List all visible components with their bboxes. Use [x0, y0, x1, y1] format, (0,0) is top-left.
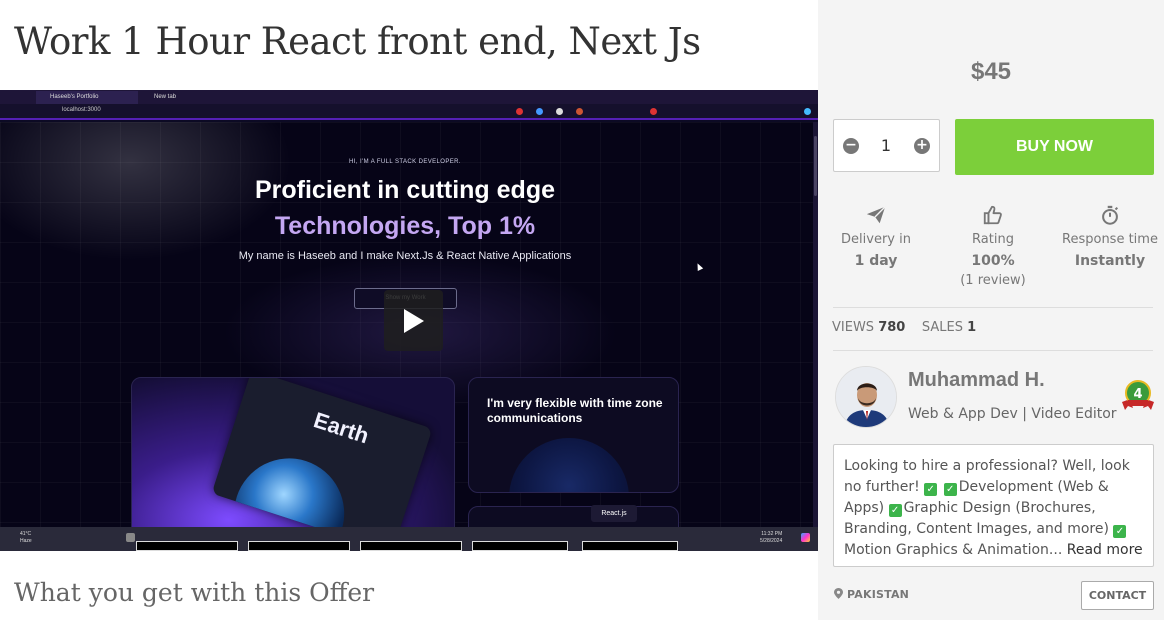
- copilot-icon: [804, 108, 811, 115]
- windows-taskbar: 41°C Haze 11:32 PM 5/28/2024: [0, 527, 818, 551]
- seller-bio: Looking to hire a professional? Well, lo…: [833, 444, 1154, 567]
- sales-label: SALES: [921, 320, 963, 335]
- browser-address-bar: localhost:3000: [0, 104, 818, 120]
- window-thumbnail: [582, 541, 678, 551]
- play-icon[interactable]: [384, 290, 443, 351]
- earth-project-card: Earth: [131, 377, 455, 537]
- section-heading: What you get with this Offer: [14, 578, 375, 607]
- react-tag: React.js: [591, 505, 637, 522]
- map-pin-icon: [834, 588, 843, 599]
- seller-country: PAKISTAN: [847, 588, 910, 601]
- mouse-cursor-icon: [694, 262, 704, 271]
- browser-tab: Haseeb's Portfolio: [36, 91, 138, 104]
- extension-icon: [650, 108, 657, 115]
- paper-plane-icon: [866, 206, 886, 224]
- hero-headline: Proficient in cutting edge: [254, 176, 555, 204]
- extension-icon: [576, 108, 583, 115]
- stat-rating: Rating 100% (1 review): [943, 204, 1043, 288]
- purchase-sidebar: $45 − 1 + BUY NOW Delivery in 1 day Rati…: [818, 0, 1164, 620]
- level-number: 4: [1133, 387, 1142, 402]
- stat-value: 1 day: [854, 253, 898, 269]
- bio-item: Motion Graphics & Animation...: [844, 542, 1063, 558]
- quantity-stepper: − 1 +: [833, 119, 940, 172]
- mic-icon: [126, 533, 135, 542]
- stat-label: Response time: [1062, 232, 1158, 247]
- seller-level-badge: 4: [1122, 380, 1154, 410]
- offer-price: $45: [970, 58, 1012, 85]
- window-thumbnail: [472, 541, 568, 551]
- divider: [833, 307, 1153, 308]
- laptop-image: Earth: [211, 378, 433, 536]
- taskbar-weather: 41°C Haze: [20, 531, 32, 545]
- views-label: VIEWS: [832, 320, 875, 335]
- offer-title: Work 1 Hour React front end, Next Js: [14, 20, 701, 63]
- thumbs-up-icon: [983, 205, 1002, 225]
- quantity-value[interactable]: 1: [870, 136, 902, 155]
- browser-tab: New tab: [154, 94, 177, 100]
- browser-url: localhost:3000: [62, 107, 101, 113]
- clock-date: 5/28/2024: [760, 538, 783, 544]
- stopwatch-icon: [1102, 205, 1119, 225]
- offer-video[interactable]: Haseeb's Portfolio New tab localhost:300…: [0, 90, 818, 551]
- read-more-link[interactable]: Read more: [1067, 542, 1143, 558]
- check-icon: ✓: [924, 483, 938, 496]
- seller-avatar[interactable]: [835, 366, 897, 428]
- sales-value: 1: [967, 320, 977, 335]
- extension-icon: [556, 108, 563, 115]
- avatar-photo: [836, 367, 896, 427]
- bio-item: Graphic Design (Brochures, Branding, Con…: [844, 500, 1109, 537]
- view-sales-counts: VIEWS 780 SALES 1: [832, 320, 976, 335]
- timezone-card: I'm very flexible with time zone communi…: [468, 377, 679, 493]
- stat-value: Instantly: [1074, 253, 1146, 269]
- window-thumbnail: [360, 541, 462, 551]
- browser-tab-bar: Haseeb's Portfolio New tab: [0, 90, 818, 104]
- clock-time: 11:32 PM: [761, 531, 783, 537]
- extension-icon: [536, 108, 543, 115]
- check-icon: ✓: [888, 504, 902, 517]
- copilot-icon: [801, 533, 810, 542]
- minus-icon[interactable]: −: [843, 138, 859, 154]
- contact-button[interactable]: CONTACT: [1081, 581, 1154, 610]
- weather-temp: 41°C: [20, 531, 32, 537]
- hero-subtitle: My name is Haseeb and I make Next.Js & R…: [238, 250, 572, 262]
- timezone-card-text: I'm very flexible with time zone communi…: [487, 396, 663, 425]
- stat-value: 100%: [971, 253, 1015, 269]
- views-value: 780: [878, 320, 906, 335]
- globe-image: [509, 438, 629, 492]
- planet-image: [219, 444, 359, 536]
- hero-headline-accent: Technologies, Top 1%: [274, 212, 536, 240]
- seller-tagline: Web & App Dev | Video Editor: [908, 406, 1117, 422]
- divider: [833, 350, 1153, 351]
- window-thumbnail: [136, 541, 238, 551]
- plus-icon[interactable]: +: [914, 138, 930, 154]
- buy-now-button[interactable]: BUY NOW: [955, 119, 1154, 175]
- seller-location: PAKISTAN: [834, 588, 909, 601]
- stat-label: Delivery in: [841, 232, 911, 247]
- extension-icon: [516, 108, 523, 115]
- check-icon: ✓: [943, 483, 957, 496]
- earth-label: Earth: [310, 407, 372, 449]
- check-icon: ✓: [1113, 525, 1127, 538]
- hero-eyebrow: HI, I'M A FULL STACK DEVELOPER.: [349, 159, 461, 165]
- taskbar-clock: 11:32 PM 5/28/2024: [760, 531, 782, 545]
- weather-desc: Haze: [20, 538, 32, 544]
- stat-delivery: Delivery in 1 day: [826, 204, 926, 269]
- seller-name[interactable]: Muhammad H.: [908, 369, 1045, 392]
- review-count[interactable]: (1 review): [943, 273, 1043, 288]
- stat-response: Response time Instantly: [1060, 204, 1160, 269]
- stat-label: Rating: [972, 232, 1014, 247]
- window-thumbnail: [248, 541, 350, 551]
